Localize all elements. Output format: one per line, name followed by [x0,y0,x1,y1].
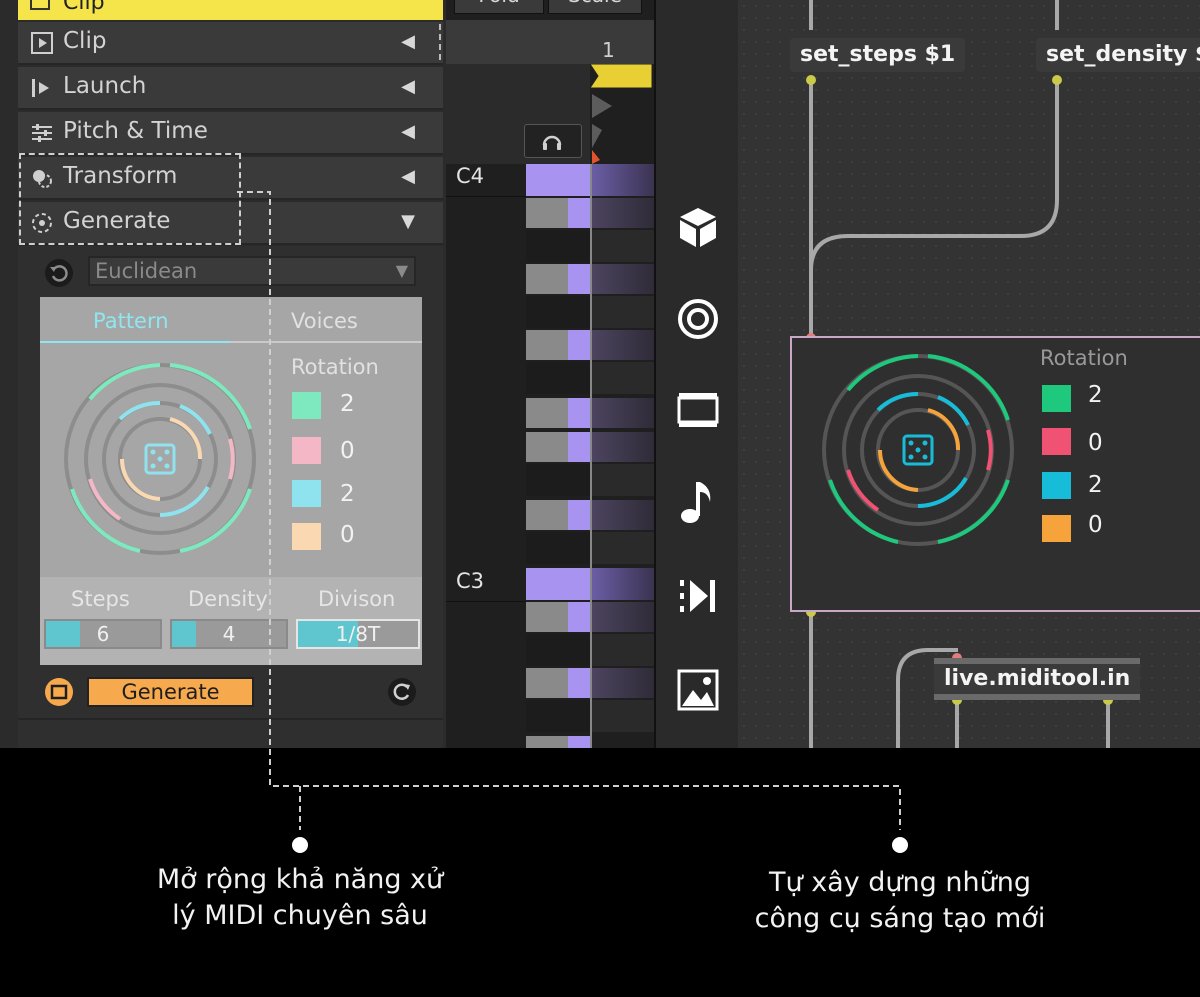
caption-dot-left [292,837,308,853]
caption-dot-right [892,837,908,853]
caption-left-line-1: Mở rộng khả năng xử [156,864,444,895]
caption-left: Mở rộng khả năng xử lý MIDI chuyên sâu [100,862,500,934]
caption-right-line-1: Tự xây dựng những [769,867,1031,898]
caption-right: Tự xây dựng những công cụ sáng tạo mới [700,865,1100,937]
connector-lines [237,191,901,830]
caption-left-line-2: lý MIDI chuyên sâu [172,900,428,931]
caption-right-line-2: công cụ sáng tạo mới [754,903,1046,934]
